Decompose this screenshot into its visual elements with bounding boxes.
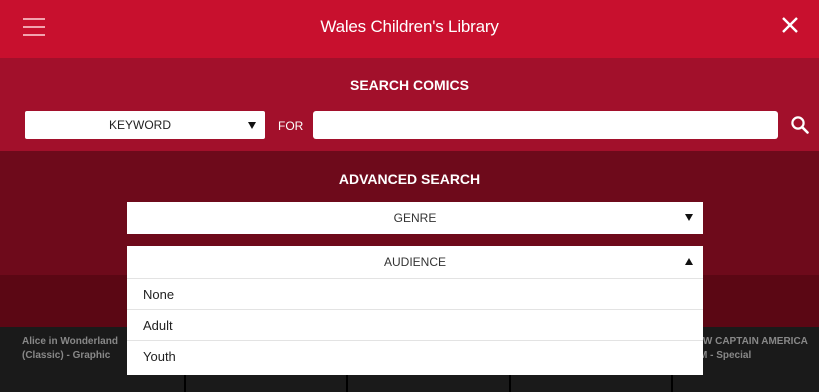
- tile-divider: [509, 374, 511, 392]
- book-title-line: NEW CAPTAIN AMERICA: [703, 336, 808, 347]
- search-field-select[interactable]: KEYWORD: [25, 111, 265, 139]
- caret-up-icon: [685, 258, 693, 265]
- audience-option-none[interactable]: None: [127, 279, 703, 310]
- search-panel: SEARCH COMICS KEYWORD FOR: [0, 58, 819, 151]
- tile-divider: [671, 374, 673, 392]
- genre-select-label: GENRE: [393, 211, 437, 225]
- audience-select-label: AUDIENCE: [383, 255, 446, 269]
- book-title-line: (Classic) - Graphic: [22, 350, 111, 361]
- caret-down-icon: [685, 214, 693, 221]
- app-title: Wales Children's Library: [320, 17, 499, 36]
- audience-select[interactable]: AUDIENCE: [127, 246, 703, 278]
- top-bar: Wales Children's Library: [0, 0, 819, 58]
- caret-down-icon: [248, 122, 256, 129]
- tile-divider: [184, 374, 186, 392]
- audience-options-list: None Adult Youth: [127, 278, 703, 375]
- search-field-select-value: KEYWORD: [108, 118, 171, 132]
- search-title: SEARCH COMICS: [349, 77, 469, 93]
- book-title-line: HIM - Special: [703, 350, 752, 361]
- advanced-search-title: ADVANCED SEARCH: [338, 171, 481, 187]
- search-icon[interactable]: [790, 115, 810, 135]
- tile-divider: [346, 374, 348, 392]
- audience-option-adult[interactable]: Adult: [127, 310, 703, 341]
- audience-option-youth[interactable]: Youth: [127, 341, 703, 372]
- book-tile-captain-america[interactable]: NEW CAPTAIN AMERICA HIM - Special: [703, 335, 819, 363]
- genre-select[interactable]: GENRE: [127, 202, 703, 234]
- book-title-line: Alice in Wonderland: [22, 336, 118, 347]
- search-input[interactable]: [313, 111, 778, 139]
- for-label: FOR: [278, 119, 304, 133]
- book-tile-alice[interactable]: Alice in Wonderland (Classic) - Graphic: [22, 335, 126, 363]
- close-icon[interactable]: [779, 14, 801, 36]
